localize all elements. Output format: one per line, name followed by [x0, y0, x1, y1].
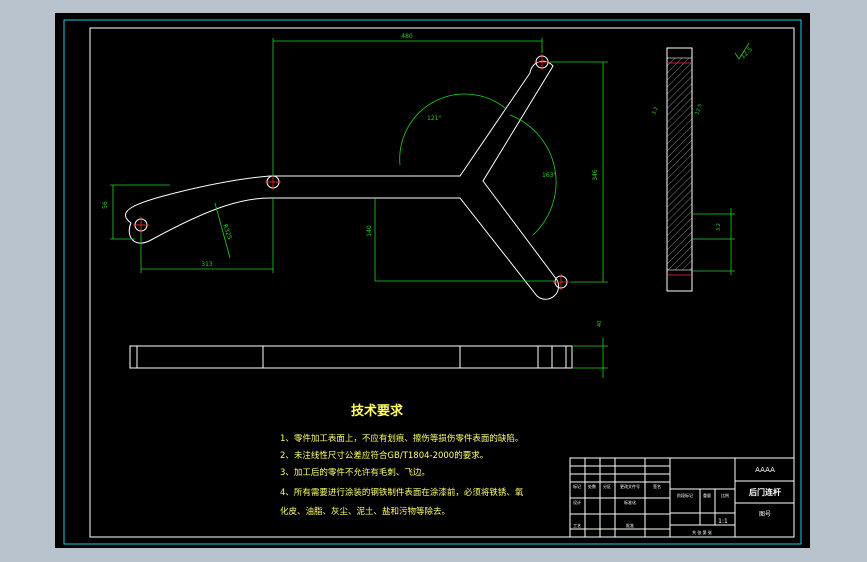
tb-weight: 重量	[703, 492, 711, 498]
drawing-canvas: 480 121° 163° 346 140 313 56 R325 40 3.2…	[63, 19, 802, 545]
link-top-view: 40	[129, 321, 608, 378]
dimensions: 480 121° 163° 346 140 313 56 R325	[102, 33, 608, 283]
center-marks	[133, 54, 569, 290]
roughness-hole: 3.2	[716, 223, 722, 231]
dim-angle-right: 163°	[542, 172, 556, 179]
tb-drawing-no: 图号	[759, 511, 771, 518]
roughness-face-left: 3.2	[651, 106, 659, 116]
tb-signature: 签名	[653, 483, 661, 489]
tb-stage-mark: 阶段标记	[677, 492, 693, 498]
dim-right-height: 346	[592, 169, 599, 181]
tech-item-1: 1、零件加工表面上，不应有划痕、擦伤等损伤零件表面的缺陷。	[280, 433, 523, 444]
link-side-view: 3.2 12.5 3.2 12.5	[651, 42, 754, 292]
tb-scale: 1:1	[718, 518, 728, 525]
tb-ratio: 比例	[721, 492, 729, 498]
tb-count: 处数	[588, 483, 596, 489]
tb-change-doc: 更改文件号	[620, 483, 640, 489]
tb-sheets: 共 张 第 张	[692, 529, 712, 535]
dim-top-width: 480	[401, 33, 413, 40]
dim-left-height: 56	[102, 201, 109, 209]
tb-design: 设计	[573, 499, 581, 505]
tech-title: 技术要求	[351, 403, 404, 419]
dim-side-width: 40	[597, 321, 603, 327]
link-outline	[125, 60, 560, 300]
tb-process: 工艺	[573, 523, 581, 528]
tech-requirements: 技术要求 1、零件加工表面上，不应有划痕、擦伤等损伤零件表面的缺陷。 2、未注线…	[280, 403, 524, 517]
roughness-face-right: 12.5	[694, 103, 703, 116]
link-front-view	[125, 54, 569, 300]
title-block: AAAA 后门连杆 图号 1:1 共 张 第 张 标记 处数 分区 更改文件号 …	[569, 457, 795, 538]
tb-material: AAAA	[755, 466, 775, 474]
dim-angle-top: 121°	[427, 115, 441, 122]
roughness-general: 12.5	[739, 46, 754, 61]
tech-item-4-cont: 化皮、油脂、灰尘、泥土、盐和污物等除去。	[280, 506, 450, 517]
dim-bottom-width: 313	[201, 261, 213, 268]
tech-item-4: 4、所有需要进行涂装的钢铁制件表面在涂漆前，必须将铁锈、氧	[280, 487, 524, 498]
dim-mid-height: 140	[366, 225, 373, 237]
cad-viewport[interactable]: 480 121° 163° 346 140 313 56 R325 40 3.2…	[55, 13, 810, 548]
tb-zone: 分区	[603, 483, 611, 489]
tech-item-3: 3、加工后的零件不允许有毛刺、飞边。	[280, 467, 430, 478]
tb-part-name: 后门连杆	[749, 487, 781, 497]
tb-standardize: 标准化	[624, 499, 636, 505]
tb-approve: 批准	[626, 522, 634, 528]
tech-item-2: 2、未注线性尺寸公差应符合GB/T1804-2000的要求。	[280, 450, 488, 461]
tb-mark: 标记	[573, 483, 581, 489]
